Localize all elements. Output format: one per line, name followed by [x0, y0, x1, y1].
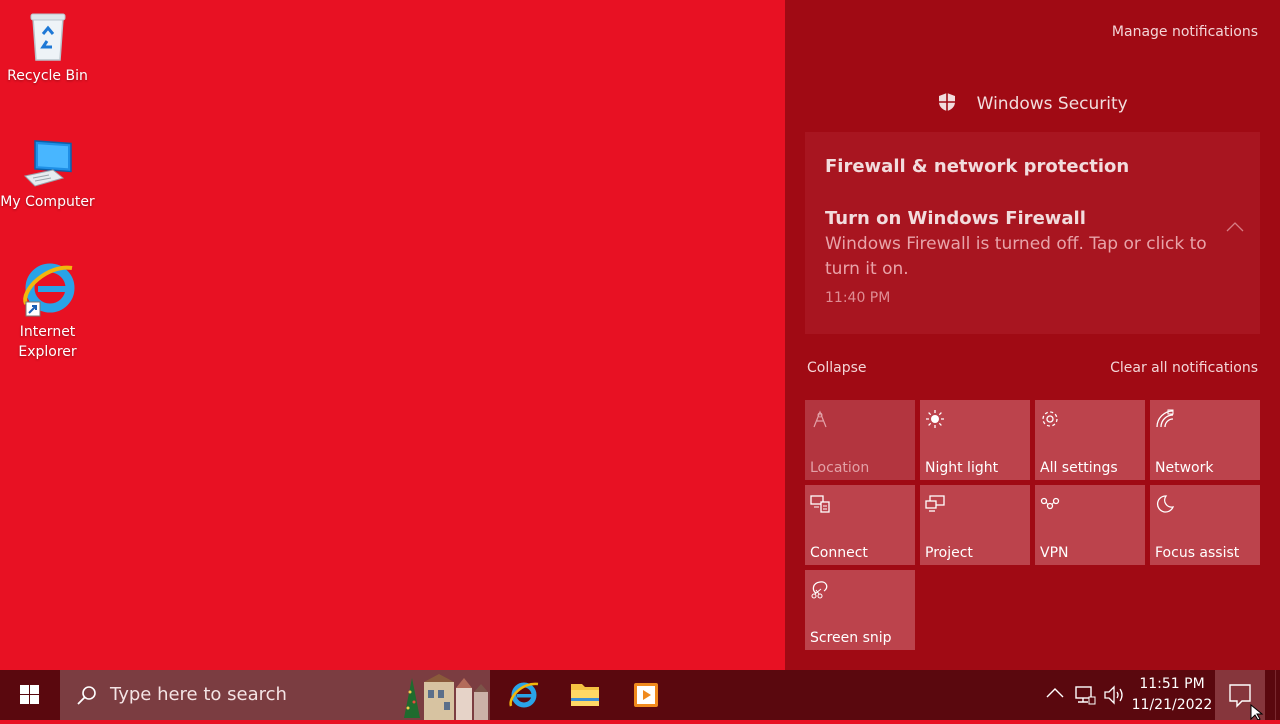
- quick-action-label: All settings: [1040, 460, 1118, 476]
- notification-title: Turn on Windows Firewall: [825, 208, 1086, 229]
- taskbar-app-media-player[interactable]: [616, 670, 676, 720]
- show-desktop-button[interactable]: [1275, 670, 1280, 720]
- vpn-icon: [1040, 497, 1060, 510]
- shield-icon: [939, 93, 956, 111]
- search-icon: [77, 686, 96, 705]
- notification-body: Windows Firewall is turned off. Tap or c…: [825, 234, 1207, 279]
- volume-icon[interactable]: [1103, 684, 1125, 706]
- manage-notifications-link[interactable]: Manage notifications: [1112, 24, 1258, 40]
- clear-all-notifications-link[interactable]: Clear all notifications: [1110, 360, 1258, 376]
- quick-action-label: Night light: [925, 460, 999, 476]
- internet-explorer-icon: [22, 263, 74, 317]
- brightness-icon: [926, 410, 944, 428]
- quick-action-connect[interactable]: Connect: [805, 485, 915, 565]
- mouse-cursor-icon: [1250, 704, 1264, 720]
- network-status-icon[interactable]: [1074, 684, 1096, 706]
- search-highlight-illustration: [404, 674, 488, 720]
- taskbar-app-internet-explorer[interactable]: [494, 670, 554, 720]
- windows-logo-icon: [20, 685, 39, 704]
- location-icon: [813, 410, 827, 428]
- notification-group-header: Windows Security: [785, 92, 1280, 114]
- desktop-icon-my-computer[interactable]: My Computer: [0, 136, 95, 212]
- file-explorer-icon: [571, 684, 599, 706]
- quick-action-label: Network: [1155, 460, 1214, 476]
- quick-action-label: Location: [810, 460, 870, 476]
- notification-time: 11:40 PM: [825, 290, 891, 306]
- notification-group-title: Windows Security: [976, 94, 1128, 114]
- desktop-icon-label: My Computer: [0, 194, 95, 210]
- quick-action-label: Screen snip: [810, 630, 892, 646]
- taskbar: Type here to search 11:51 PM 11/21/2022: [0, 670, 1280, 720]
- search-box[interactable]: Type here to search: [60, 670, 490, 720]
- notification-card[interactable]: Firewall & network protection Turn on Wi…: [805, 132, 1260, 334]
- quick-action-label: Project: [925, 545, 973, 561]
- quick-action-screen-snip[interactable]: Screen snip: [805, 570, 915, 650]
- network-icon: [1156, 409, 1174, 428]
- desktop-icon-recycle-bin[interactable]: Recycle Bin: [0, 8, 95, 86]
- recycle-bin-icon: [30, 13, 65, 61]
- internet-explorer-icon: [509, 682, 539, 708]
- screen-snip-icon: [811, 581, 828, 599]
- action-center-panel: Manage notifications Windows Security Fi…: [785, 0, 1280, 670]
- collapse-link[interactable]: Collapse: [807, 360, 867, 376]
- quick-action-project[interactable]: Project: [920, 485, 1030, 565]
- taskbar-app-file-explorer[interactable]: [555, 670, 615, 720]
- quick-action-label: VPN: [1040, 545, 1069, 561]
- quick-action-night-light[interactable]: Night light: [920, 400, 1030, 480]
- computer-icon: [23, 140, 72, 187]
- clock-time: 11:51 PM: [1139, 676, 1205, 692]
- taskbar-clock[interactable]: 11:51 PM 11/21/2022: [1128, 674, 1216, 716]
- quick-action-location[interactable]: Location: [805, 400, 915, 480]
- search-placeholder: Type here to search: [110, 684, 287, 705]
- chevron-up-icon[interactable]: [1046, 686, 1064, 700]
- quick-action-network[interactable]: Network: [1150, 400, 1260, 480]
- connect-icon: [810, 495, 830, 513]
- quick-action-label: Connect: [810, 545, 868, 561]
- desktop-icon-internet-explorer[interactable]: Internet Explorer: [0, 260, 95, 362]
- desktop-icon-label: Internet Explorer: [18, 324, 77, 360]
- quick-action-all-settings[interactable]: All settings: [1035, 400, 1145, 480]
- quick-action-vpn[interactable]: VPN: [1035, 485, 1145, 565]
- start-button[interactable]: [0, 670, 60, 720]
- media-player-icon: [634, 683, 658, 707]
- chevron-up-icon[interactable]: [1226, 222, 1244, 232]
- clock-date: 11/21/2022: [1131, 697, 1213, 713]
- notification-category: Firewall & network protection: [825, 156, 1130, 177]
- gear-icon: [1042, 411, 1058, 427]
- project-icon: [925, 495, 945, 512]
- desktop-icon-label: Recycle Bin: [7, 68, 88, 84]
- quick-action-label: Focus assist: [1155, 545, 1240, 561]
- quick-action-focus-assist[interactable]: Focus assist: [1150, 485, 1260, 565]
- moon-icon: [1157, 495, 1175, 513]
